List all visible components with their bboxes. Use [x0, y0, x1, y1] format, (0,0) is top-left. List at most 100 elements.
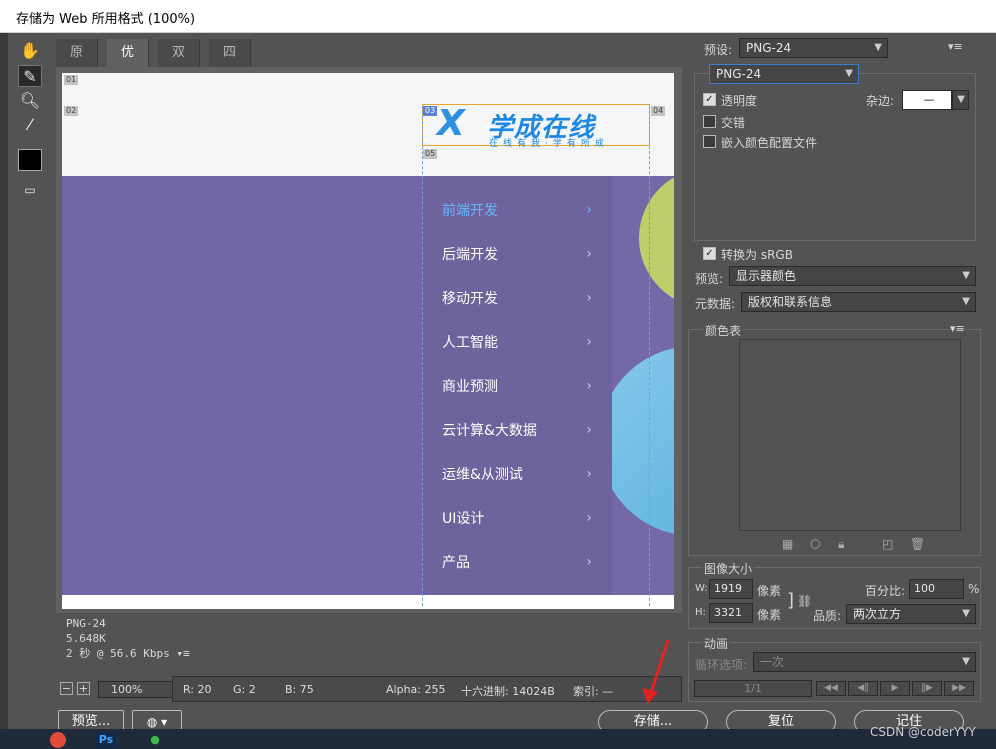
chevron-right-icon: › — [586, 378, 592, 394]
chevron-right-icon: › — [586, 466, 592, 482]
first-frame-icon[interactable]: ◀◀ — [816, 681, 846, 696]
height-input[interactable]: 3321 — [709, 603, 753, 623]
slice-guide — [649, 106, 650, 606]
eyedropper-color-swatch[interactable] — [18, 149, 42, 171]
last-frame-icon[interactable]: ▶▶ — [944, 681, 974, 696]
slice-label[interactable]: 02 — [64, 106, 79, 116]
eyedropper-tool-icon[interactable]: ⁄ — [18, 113, 42, 135]
menu-item[interactable]: 前端开发 › — [442, 188, 592, 232]
convert-srgb-label: 转换为 sRGB — [721, 248, 793, 262]
readout-b: B: 75 — [285, 683, 314, 696]
browser-globe-icon: ◍ — [146, 715, 158, 729]
optimization-info: PNG-24 5.648K 2 秒 @ 56.6 Kbps ▾≡ — [66, 616, 190, 661]
category-menu: 前端开发 › 后端开发 › 移动开发 › 人工智能 › 商业预测 › 云计算&大数据 › 运… — [422, 176, 612, 595]
info-menu-icon[interactable]: ▾≡ — [176, 647, 189, 660]
interlaced-label: 交错 — [721, 116, 746, 130]
interlaced-checkbox[interactable] — [703, 115, 716, 128]
readout-g: G: 2 — [233, 683, 256, 696]
frame-counter: 1/1 — [694, 680, 812, 697]
slice-guide — [422, 106, 423, 606]
chain-link-icon[interactable]: ⛓ — [797, 594, 812, 608]
image-size-label: 图像大小 — [702, 560, 755, 577]
tab-2up[interactable]: 双联 — [158, 39, 201, 88]
menu-item[interactable]: 移动开发 › — [442, 276, 592, 320]
zoom-out-icon[interactable]: − — [60, 682, 73, 695]
convert-srgb-checkbox[interactable]: ✓ — [703, 247, 716, 260]
transparency-label: 透明度 — [721, 94, 758, 108]
menu-item[interactable]: 产品 › — [442, 540, 592, 584]
menu-item[interactable]: 人工智能 › — [442, 320, 592, 364]
wechat-icon[interactable]: ● — [145, 732, 165, 748]
prev-frame-icon[interactable]: ◀‖ — [848, 681, 878, 696]
photoshop-icon[interactable]: Ps — [96, 732, 116, 748]
logo-slice[interactable]: X 学成在线 在线有我·学有所成 — [422, 103, 650, 149]
menu-item[interactable]: 运维&从测试 › — [442, 452, 592, 496]
percent-label: 百分比: — [865, 584, 906, 598]
menu-item[interactable]: 后端开发 › — [442, 232, 592, 276]
banner-overlay — [612, 176, 674, 595]
metadata-select[interactable]: 版权和联系信息 ▼ — [741, 292, 976, 312]
color-table-label: 颜色表 — [703, 322, 744, 339]
quality-label: 品质: — [813, 609, 842, 623]
readout-hex: 十六进制: 14024B — [461, 685, 555, 698]
web-snap-icon[interactable]: ▦ — [782, 537, 793, 551]
chevron-down-icon: ▼ — [845, 68, 853, 79]
preview-select[interactable]: 显示器颜色 ▼ — [729, 266, 976, 286]
preview-label: 预览: — [695, 272, 724, 286]
menu-item[interactable]: UI设计 › — [442, 496, 592, 540]
preview-canvas[interactable]: 前端开发 › 后端开发 › 移动开发 › 人工智能 › 商业预测 › 云计算&大数据 › 运… — [62, 73, 674, 609]
menu-item[interactable]: 云计算&大数据 › — [442, 408, 592, 452]
tab-original[interactable]: 原稿 — [56, 39, 99, 88]
slice-label[interactable]: 05 — [423, 149, 438, 159]
metadata-label: 元数据: — [695, 297, 736, 311]
matte-swatch[interactable]: — — [902, 90, 952, 110]
chevron-right-icon: › — [586, 246, 592, 262]
tab-optimized[interactable]: 优化 — [107, 39, 150, 88]
status-bar: − + 100%▼ R: 20 G: 2 B: 75 Alpha: 255 十六… — [56, 676, 682, 702]
hand-tool-icon[interactable]: ✋ — [18, 39, 42, 61]
loop-select[interactable]: 一次 ▼ — [753, 652, 976, 672]
matte-dropdown[interactable]: ▼ — [952, 90, 969, 110]
animation-label: 动画 — [702, 635, 731, 652]
width-input[interactable]: 1919 — [709, 579, 753, 599]
chevron-down-icon: ▼ — [874, 42, 882, 53]
link-proportions-icon[interactable]: ] — [787, 590, 794, 611]
zoom-in-icon[interactable]: + — [77, 682, 90, 695]
trash-icon[interactable]: 🗑︎ — [910, 537, 925, 551]
tool-column: ✋ ✎ 🔍︎ ⁄ ▭ — [8, 33, 48, 613]
lock-icon[interactable]: 🔒︎ — [838, 537, 844, 552]
transparency-checkbox[interactable]: ✓ — [703, 93, 716, 106]
next-frame-icon[interactable]: ‖▶ — [912, 681, 942, 696]
color-table-menu-icon[interactable]: ▾≡ — [950, 322, 965, 335]
tab-4up[interactable]: 四联 — [209, 39, 252, 88]
width-unit: 像素 — [757, 584, 782, 598]
slice-label[interactable]: 04 — [651, 106, 666, 116]
menu-item[interactable]: 商业预测 › — [442, 364, 592, 408]
readout-r: R: 20 — [183, 683, 212, 696]
chevron-down-icon: ▾ — [161, 715, 168, 729]
play-icon[interactable]: ▶ — [880, 681, 910, 696]
embed-profile-checkbox[interactable] — [703, 135, 716, 148]
slice-label[interactable]: 03 — [423, 106, 438, 116]
info-size: 5.648K — [66, 632, 106, 645]
slice-label[interactable]: 01 — [64, 75, 79, 85]
logo-subtitle: 在线有我·学有所成 — [489, 139, 609, 149]
percent-input[interactable]: 100 — [909, 579, 964, 599]
zoom-tool-icon[interactable]: 🔍︎ — [18, 89, 42, 111]
preset-menu-icon[interactable]: ▾≡ — [948, 40, 963, 53]
height-unit: 像素 — [757, 608, 782, 622]
cube-icon[interactable]: ⬡ — [810, 537, 820, 551]
new-color-icon[interactable]: ◰ — [882, 537, 893, 551]
format-select[interactable]: PNG-24 ▼ — [709, 64, 859, 84]
logo-mark-icon: X — [437, 103, 465, 144]
slice-select-tool-icon[interactable]: ✎ — [18, 65, 42, 87]
chrome-icon[interactable] — [50, 732, 66, 748]
color-table-grid[interactable] — [739, 339, 961, 531]
width-label: W: — [695, 583, 708, 594]
preset-select[interactable]: PNG-24 ▼ — [739, 38, 888, 58]
watermark: CSDN @coderYYY — [870, 725, 976, 739]
quality-select[interactable]: 两次立方 ▼ — [846, 604, 976, 624]
toggle-slices-icon[interactable]: ▭ — [18, 179, 42, 201]
loop-label: 循环选项: — [695, 658, 748, 672]
os-taskbar: Ps ● — [0, 729, 996, 749]
